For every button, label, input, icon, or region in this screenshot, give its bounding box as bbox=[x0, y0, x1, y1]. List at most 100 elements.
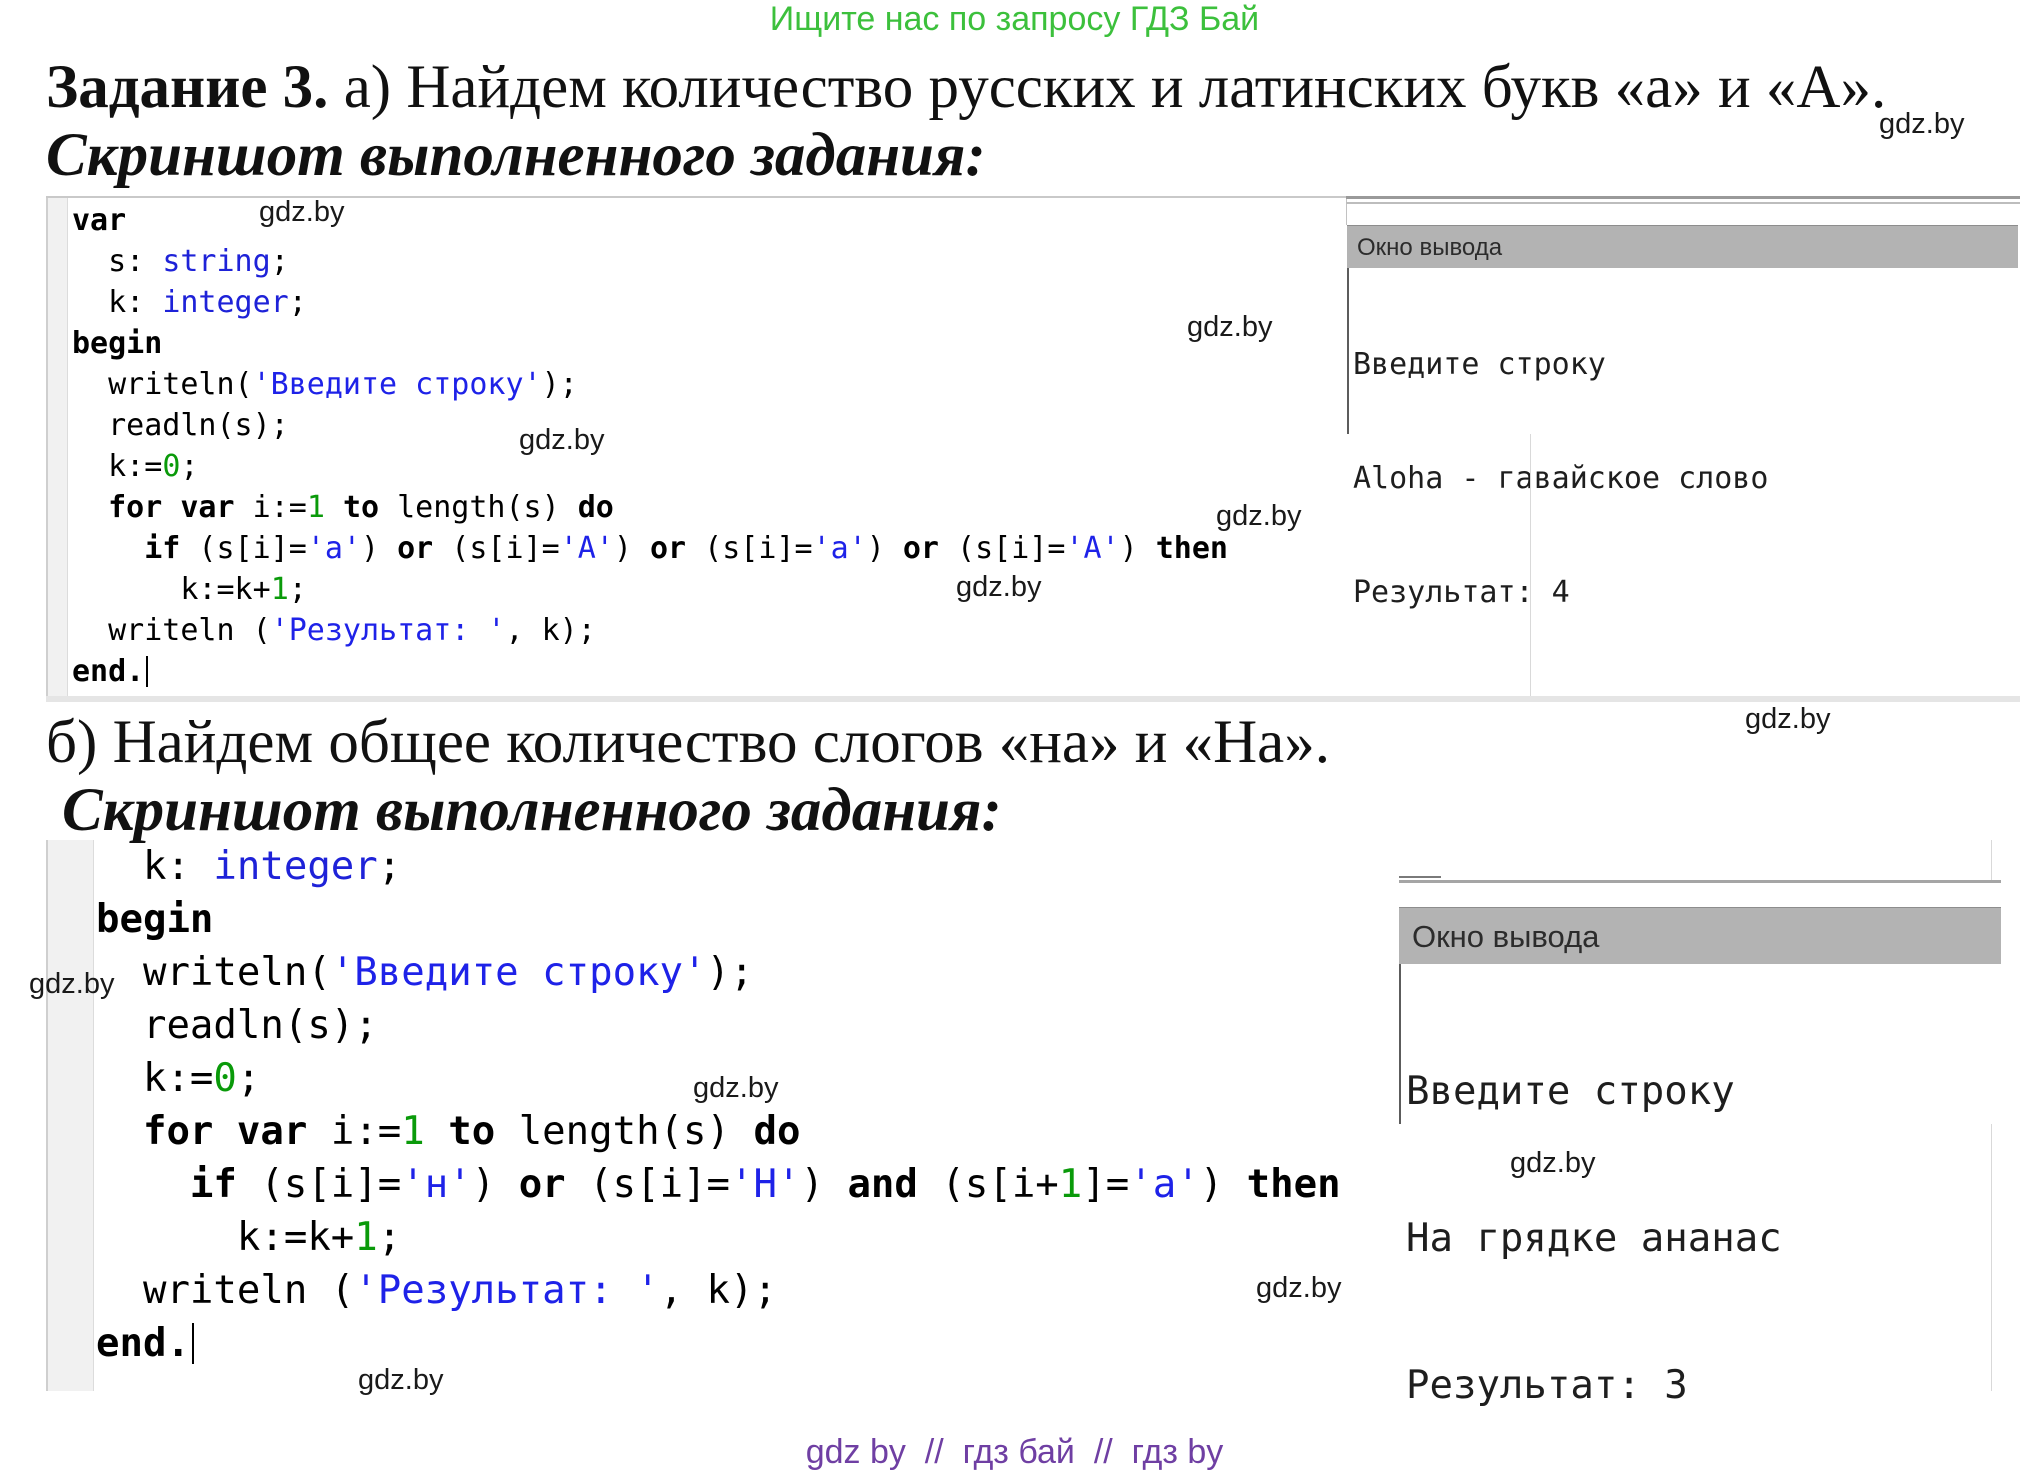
output-window-content: Введите строку Aloha - гавайское слово Р… bbox=[1347, 268, 2018, 610]
code-number: 0 bbox=[162, 449, 181, 484]
code-text: , k); bbox=[505, 613, 596, 648]
code-string: 'Результат: ' bbox=[354, 1268, 660, 1313]
code-number: 1 bbox=[354, 1215, 378, 1260]
code-text: ; bbox=[270, 244, 289, 279]
watermark: gdz.by bbox=[358, 1364, 444, 1396]
code-type: string bbox=[162, 244, 271, 279]
output-line: Введите строку bbox=[1406, 1069, 1735, 1114]
code-line: k:=k+1; bbox=[72, 569, 1228, 610]
code-line: end. bbox=[96, 1317, 1341, 1370]
code-keyword: then bbox=[1155, 531, 1228, 566]
code-string: 'Н' bbox=[730, 1162, 801, 1207]
code-keyword: var bbox=[180, 490, 235, 525]
code-keyword: or bbox=[650, 531, 687, 566]
code-editor[interactable]: k: integer; begin writeln('Введите строку… bbox=[96, 840, 1341, 1370]
output-line: На грядке ананас bbox=[1406, 1216, 1782, 1261]
code-text: ; bbox=[236, 1056, 261, 1101]
dock-border bbox=[1399, 880, 2001, 883]
output-window-content: Введите строку На грядке ананас Результа… bbox=[1399, 964, 2001, 1408]
code-text: ) bbox=[1119, 531, 1156, 566]
code-text: (s[i+ bbox=[917, 1162, 1059, 1207]
watermark: gdz.by bbox=[1879, 108, 1965, 140]
code-keyword: or bbox=[397, 531, 434, 566]
dock-splitter[interactable] bbox=[1530, 434, 1531, 696]
code-text: ); bbox=[706, 950, 754, 995]
code-line: readln(s); bbox=[72, 405, 1228, 446]
code-keyword: then bbox=[1246, 1162, 1341, 1207]
code-text: ) bbox=[1199, 1162, 1247, 1207]
task-a-heading: Задание 3. а) Найдем количество русских … bbox=[46, 53, 1886, 123]
code-text: ) bbox=[800, 1162, 848, 1207]
code-string: 'А' bbox=[1065, 531, 1120, 566]
code-text: ; bbox=[288, 285, 307, 320]
code-keyword: and bbox=[847, 1162, 918, 1207]
code-text: (s[i]= bbox=[433, 531, 560, 566]
code-keyword: do bbox=[577, 490, 614, 525]
panel-right-border bbox=[1991, 840, 1992, 880]
code-line: var bbox=[72, 200, 1228, 241]
output-line: Результат: 4 bbox=[1353, 575, 1570, 610]
code-keyword: for bbox=[108, 490, 163, 525]
code-text: k:=k+ bbox=[72, 572, 271, 607]
code-string: 'а' bbox=[1129, 1162, 1200, 1207]
code-text: length(s) bbox=[495, 1109, 754, 1154]
code-line: if (s[i]='н') or (s[i]='Н') and (s[i+1]=… bbox=[96, 1158, 1341, 1211]
code-text: i:= bbox=[234, 490, 307, 525]
code-keyword: var bbox=[236, 1109, 308, 1154]
code-text: ; bbox=[377, 844, 402, 889]
code-keyword: begin bbox=[96, 897, 214, 942]
dock-border bbox=[1346, 196, 2020, 199]
code-text: k:=k+ bbox=[96, 1215, 355, 1260]
code-number: 1 bbox=[1058, 1162, 1083, 1207]
watermark: gdz.by bbox=[1510, 1147, 1596, 1179]
code-keyword: var bbox=[72, 203, 127, 238]
code-line: end. bbox=[72, 651, 1228, 692]
watermark: gdz.by bbox=[1256, 1272, 1342, 1304]
code-string: 'Введите строку' bbox=[252, 367, 542, 402]
panel-right-border bbox=[1991, 1124, 1992, 1391]
code-string: 'A' bbox=[559, 531, 614, 566]
code-line: writeln('Введите строку'); bbox=[96, 946, 1341, 999]
code-line: for var i:=1 to length(s) do bbox=[72, 487, 1228, 528]
code-text: ) bbox=[361, 531, 398, 566]
watermark: gdz.by bbox=[956, 571, 1042, 603]
code-text: length(s) bbox=[379, 490, 578, 525]
code-line: k:=k+1; bbox=[96, 1211, 1341, 1264]
task-a-text: а) Найдем количество русских и латинских… bbox=[343, 54, 1887, 121]
code-text: readln(s); bbox=[96, 1003, 378, 1048]
output-window-title: Окно вывода bbox=[1347, 225, 2018, 268]
text-cursor bbox=[191, 1322, 194, 1364]
screenshot-caption-a: Скриншот выполненного задания: bbox=[46, 122, 986, 189]
code-text: ; bbox=[288, 572, 307, 607]
search-hint-link[interactable]: Ищите нас по запросу ГДЗ Бай bbox=[0, 0, 2029, 38]
code-line: if (s[i]='a') or (s[i]='A') or (s[i]='а'… bbox=[72, 528, 1228, 569]
code-keyword: for bbox=[142, 1109, 214, 1154]
output-line: Введите строку bbox=[1353, 347, 1606, 382]
code-text: ) bbox=[613, 531, 650, 566]
code-keyword: if bbox=[189, 1162, 237, 1207]
watermark: gdz.by bbox=[1216, 500, 1302, 532]
code-text: writeln ( bbox=[96, 1268, 355, 1313]
code-type: integer bbox=[162, 285, 289, 320]
code-text: k: bbox=[72, 285, 163, 320]
screenshot-caption-b: Скриншот выполненного задания: bbox=[62, 777, 1002, 844]
output-window: Окно вывода Введите строку На грядке ана… bbox=[1399, 907, 2001, 1408]
code-keyword: end. bbox=[72, 654, 145, 689]
code-number: 1 bbox=[306, 490, 325, 525]
code-text: i:= bbox=[307, 1109, 402, 1154]
code-text: ); bbox=[541, 367, 578, 402]
code-text: k: bbox=[96, 844, 214, 889]
code-keyword: do bbox=[753, 1109, 801, 1154]
screenshot-b: k: integer; begin writeln('Введите строку… bbox=[46, 840, 2001, 1408]
code-string: 'a' bbox=[306, 531, 361, 566]
code-editor[interactable]: var s: string; k: integer; begin writeln(… bbox=[72, 200, 1228, 692]
code-text: k:= bbox=[72, 449, 163, 484]
screenshot-a: var s: string; k: integer; begin writeln(… bbox=[46, 188, 2020, 704]
